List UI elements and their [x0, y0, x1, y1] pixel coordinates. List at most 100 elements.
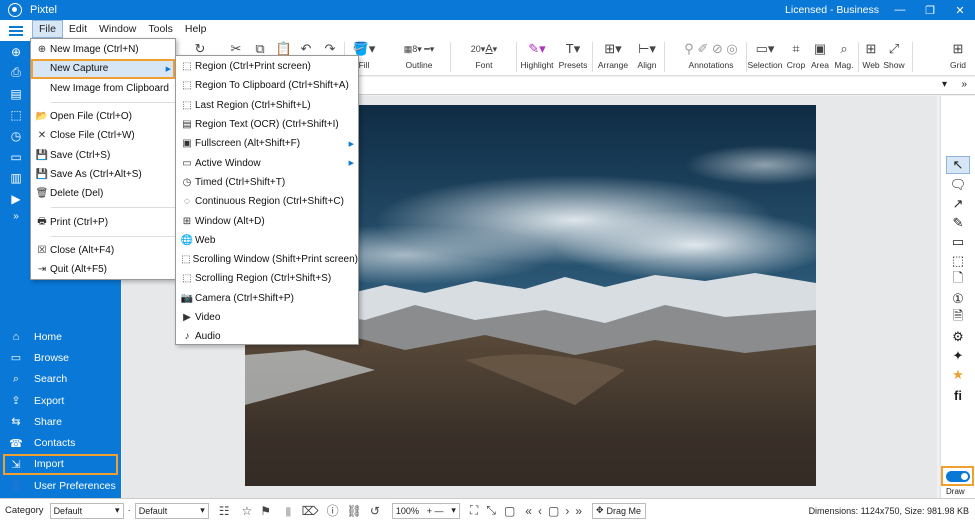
menu-item-region-text[interactable]: ▤ Region Text (OCR) (Ctrl+Shift+I): [176, 115, 358, 134]
close-window-button[interactable]: ✕: [945, 0, 975, 20]
fi-icon[interactable]: fi: [946, 386, 970, 404]
menu-item-save-as[interactable]: 💾 Save As (Ctrl+Alt+S): [31, 165, 175, 184]
selection-tool[interactable]: ▭▾ Selection: [748, 38, 783, 76]
magnify-tool[interactable]: ⌕ Mag.: [832, 38, 856, 76]
menu-item-audio[interactable]: ♪ Audio: [176, 327, 358, 346]
step-number-icon[interactable]: ①: [946, 290, 970, 308]
menu-item-new-image[interactable]: ⊕ New Image (Ctrl+N): [31, 40, 175, 59]
fullscreen-icon[interactable]: ⤡: [486, 503, 496, 518]
menu-item-quit[interactable]: ⇥ Quit (Alt+F5): [31, 260, 175, 279]
outline-tool[interactable]: ▦ 8 ▾ ━▾ Outline: [384, 38, 454, 76]
fit-icon[interactable]: ⛶: [470, 503, 478, 518]
window-icon[interactable]: ▭: [0, 146, 32, 167]
annotations-tool[interactable]: ⚲ ✐ ⊘ ◎ Annotations: [668, 38, 754, 76]
menu-item-print[interactable]: 🖶 Print (Ctrl+P): [31, 212, 175, 231]
rectangle-icon[interactable]: ▭: [946, 233, 970, 251]
tag-icon[interactable]: ⌦: [302, 504, 319, 518]
menu-help[interactable]: Help: [179, 20, 213, 38]
menu-item-camera[interactable]: 📷 Camera (Ctrl+Shift+P): [176, 289, 358, 308]
menu-item-region-to-clipboard[interactable]: ⬚ Region To Clipboard (Ctrl+Shift+A): [176, 76, 358, 95]
menu-item-web[interactable]: 🌐 Web: [176, 231, 358, 250]
area-tool[interactable]: ▣ Area: [808, 38, 832, 76]
crop-tool[interactable]: ⌗ Crop: [784, 38, 808, 76]
sidebar-item-export[interactable]: ⇪ Export: [0, 390, 121, 411]
star-outline-icon[interactable]: ☆: [242, 504, 253, 518]
font-tool[interactable]: 20 ▾ A ▾ Font: [454, 38, 514, 76]
timer-icon[interactable]: ◷: [0, 125, 32, 146]
menu-item-last-region[interactable]: ⬚ Last Region (Ctrl+Shift+L): [176, 96, 358, 115]
menu-item-open-file[interactable]: 📂 Open File (Ctrl+O): [31, 107, 175, 126]
frame-icon[interactable]: ▢: [504, 504, 515, 518]
menu-item-delete[interactable]: 🗑 Delete (Del): [31, 184, 175, 203]
sidebar-item-search[interactable]: ⌕ Search: [0, 369, 121, 390]
first-icon[interactable]: «: [525, 504, 532, 518]
double-chevron-icon[interactable]: »: [961, 79, 967, 90]
pen-icon[interactable]: ✎: [946, 214, 970, 232]
menu-item-new-image-from-clipboard[interactable]: New Image from Clipboard: [31, 79, 175, 98]
sidebar-item-browse[interactable]: ▭ Browse: [0, 347, 121, 368]
menu-item-scrolling-region[interactable]: ⬚ Scrolling Region (Ctrl+Shift+S): [176, 269, 358, 288]
menu-item-window[interactable]: ⊞ Window (Alt+D): [176, 211, 358, 230]
menu-file[interactable]: File: [32, 20, 63, 38]
menu-item-scrolling-window[interactable]: ⬚ Scrolling Window (Shift+Print screen): [176, 250, 358, 269]
region-icon[interactable]: ⬚: [0, 104, 32, 125]
new-icon[interactable]: ⊕: [0, 41, 32, 62]
menu-item-continuous-region[interactable]: ◌ Continuous Region (Ctrl+Shift+C): [176, 192, 358, 211]
last-icon[interactable]: »: [575, 504, 582, 518]
menu-item-close-file[interactable]: ✕ Close File (Ctrl+W): [31, 126, 175, 145]
link-icon[interactable]: ⛓: [347, 504, 362, 518]
magic-icon[interactable]: ✦: [946, 347, 970, 365]
bookmark-icon[interactable]: ▮: [285, 504, 292, 518]
pointer-icon[interactable]: ↖: [946, 156, 970, 174]
selection-rect-icon[interactable]: ⬚: [946, 252, 970, 270]
menu-window[interactable]: Window: [93, 20, 142, 38]
history-icon[interactable]: ↺: [370, 504, 380, 518]
sidebar-item-import[interactable]: ⇲ Import: [3, 453, 118, 476]
next-icon[interactable]: ›: [565, 504, 569, 518]
minimize-button[interactable]: —: [885, 0, 915, 20]
video-icon[interactable]: ▶: [0, 188, 32, 209]
show-tool[interactable]: ⤢ Show: [882, 38, 906, 76]
grid-tool[interactable]: ⊞ Grid: [946, 38, 970, 76]
list-icon[interactable]: ☷: [219, 504, 230, 518]
stamp-icon[interactable]: 🗎: [946, 308, 970, 327]
flag-icon[interactable]: ⚑: [260, 504, 271, 518]
zoom-control[interactable]: 100% + — ▾: [391, 502, 460, 519]
document-icon[interactable]: ▤: [0, 83, 32, 104]
subcategory-select[interactable]: Default ▾: [134, 502, 209, 519]
menu-item-video[interactable]: ▶ Video: [176, 308, 358, 327]
sidebar-item-contacts[interactable]: ☎ Contacts: [0, 432, 121, 453]
blur-icon[interactable]: ⚙: [946, 328, 970, 346]
menu-item-new-capture[interactable]: New Capture ▶: [31, 59, 175, 79]
scroll-icon[interactable]: ▥: [0, 167, 32, 188]
maximize-button[interactable]: ❐: [915, 0, 945, 20]
menu-item-save[interactable]: 💾 Save (Ctrl+S): [31, 145, 175, 164]
sidebar-item-user-preferences[interactable]: 👤 User Preferences: [0, 475, 121, 496]
draw-toggle[interactable]: [941, 466, 974, 486]
menu-icon[interactable]: [0, 20, 32, 41]
arrange-tool[interactable]: ⊞▾ Arrange: [594, 38, 632, 76]
prev-icon[interactable]: ‹: [538, 504, 542, 518]
menu-item-region[interactable]: ⬚ Region (Ctrl+Print screen): [176, 57, 358, 76]
arrow-icon[interactable]: ↗: [946, 195, 970, 213]
menu-tools[interactable]: Tools: [142, 20, 179, 38]
menu-item-close[interactable]: ☒ Close (Alt+F4): [31, 241, 175, 260]
toggle-switch[interactable]: [945, 470, 970, 482]
callout-icon[interactable]: 🗨: [946, 176, 970, 194]
category-select[interactable]: Default ▾: [49, 502, 124, 519]
menu-edit[interactable]: Edit: [63, 20, 93, 38]
capture-icon[interactable]: ⎙: [0, 62, 32, 83]
presets-tool[interactable]: T▾ Presets: [556, 38, 590, 76]
star-icon[interactable]: ★: [946, 366, 970, 384]
chevron-down-icon[interactable]: ▾: [942, 79, 947, 90]
info-icon[interactable]: ⓘ: [327, 502, 339, 519]
expand-icon[interactable]: »: [0, 209, 32, 223]
menu-item-timed[interactable]: ◷ Timed (Ctrl+Shift+T): [176, 173, 358, 192]
menu-item-fullscreen[interactable]: ▣ Fullscreen (Alt+Shift+F) ▶: [176, 134, 358, 153]
sidebar-item-share[interactable]: ⇆ Share: [0, 411, 121, 432]
align-tool[interactable]: ⊢▾ Align: [630, 38, 664, 76]
page-icon[interactable]: ▢: [548, 504, 559, 518]
highlight-tool[interactable]: ✎▾ Highlight: [520, 38, 554, 76]
drag-me-button[interactable]: ✥ Drag Me: [592, 502, 646, 519]
menu-item-active-window[interactable]: ▭ Active Window ▶: [176, 153, 358, 172]
